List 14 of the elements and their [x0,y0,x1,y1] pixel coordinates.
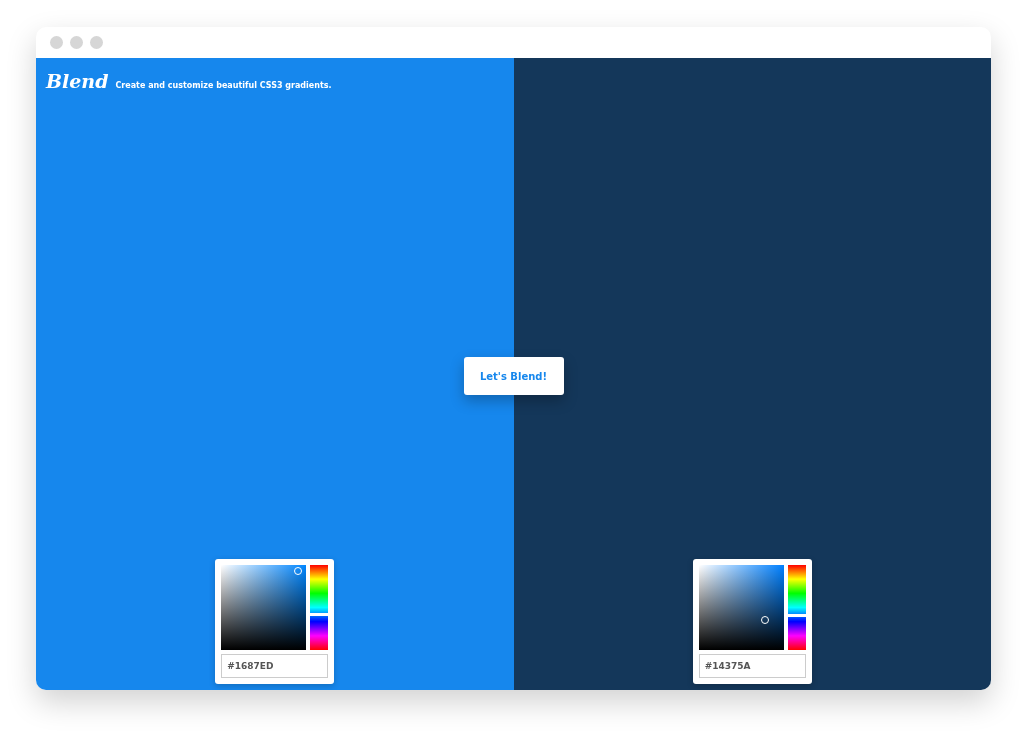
hue-slider[interactable] [787,565,806,650]
hex-input[interactable]: #1687ED [221,654,329,678]
window-dot-icon [90,36,103,49]
window-dot-icon [50,36,63,49]
hue-handle[interactable] [787,613,806,617]
saturation-area[interactable] [698,565,784,650]
blend-button[interactable]: Let's Blend! [463,357,564,395]
saturation-area[interactable] [221,565,307,650]
hue-handle[interactable] [310,613,329,617]
tagline: Create and customize beautiful CSS3 gradients. [115,81,332,90]
logo: Blend [46,70,109,92]
hue-slider[interactable] [310,565,329,650]
hex-input[interactable]: #14375A [698,654,806,678]
window-dot-icon [70,36,83,49]
